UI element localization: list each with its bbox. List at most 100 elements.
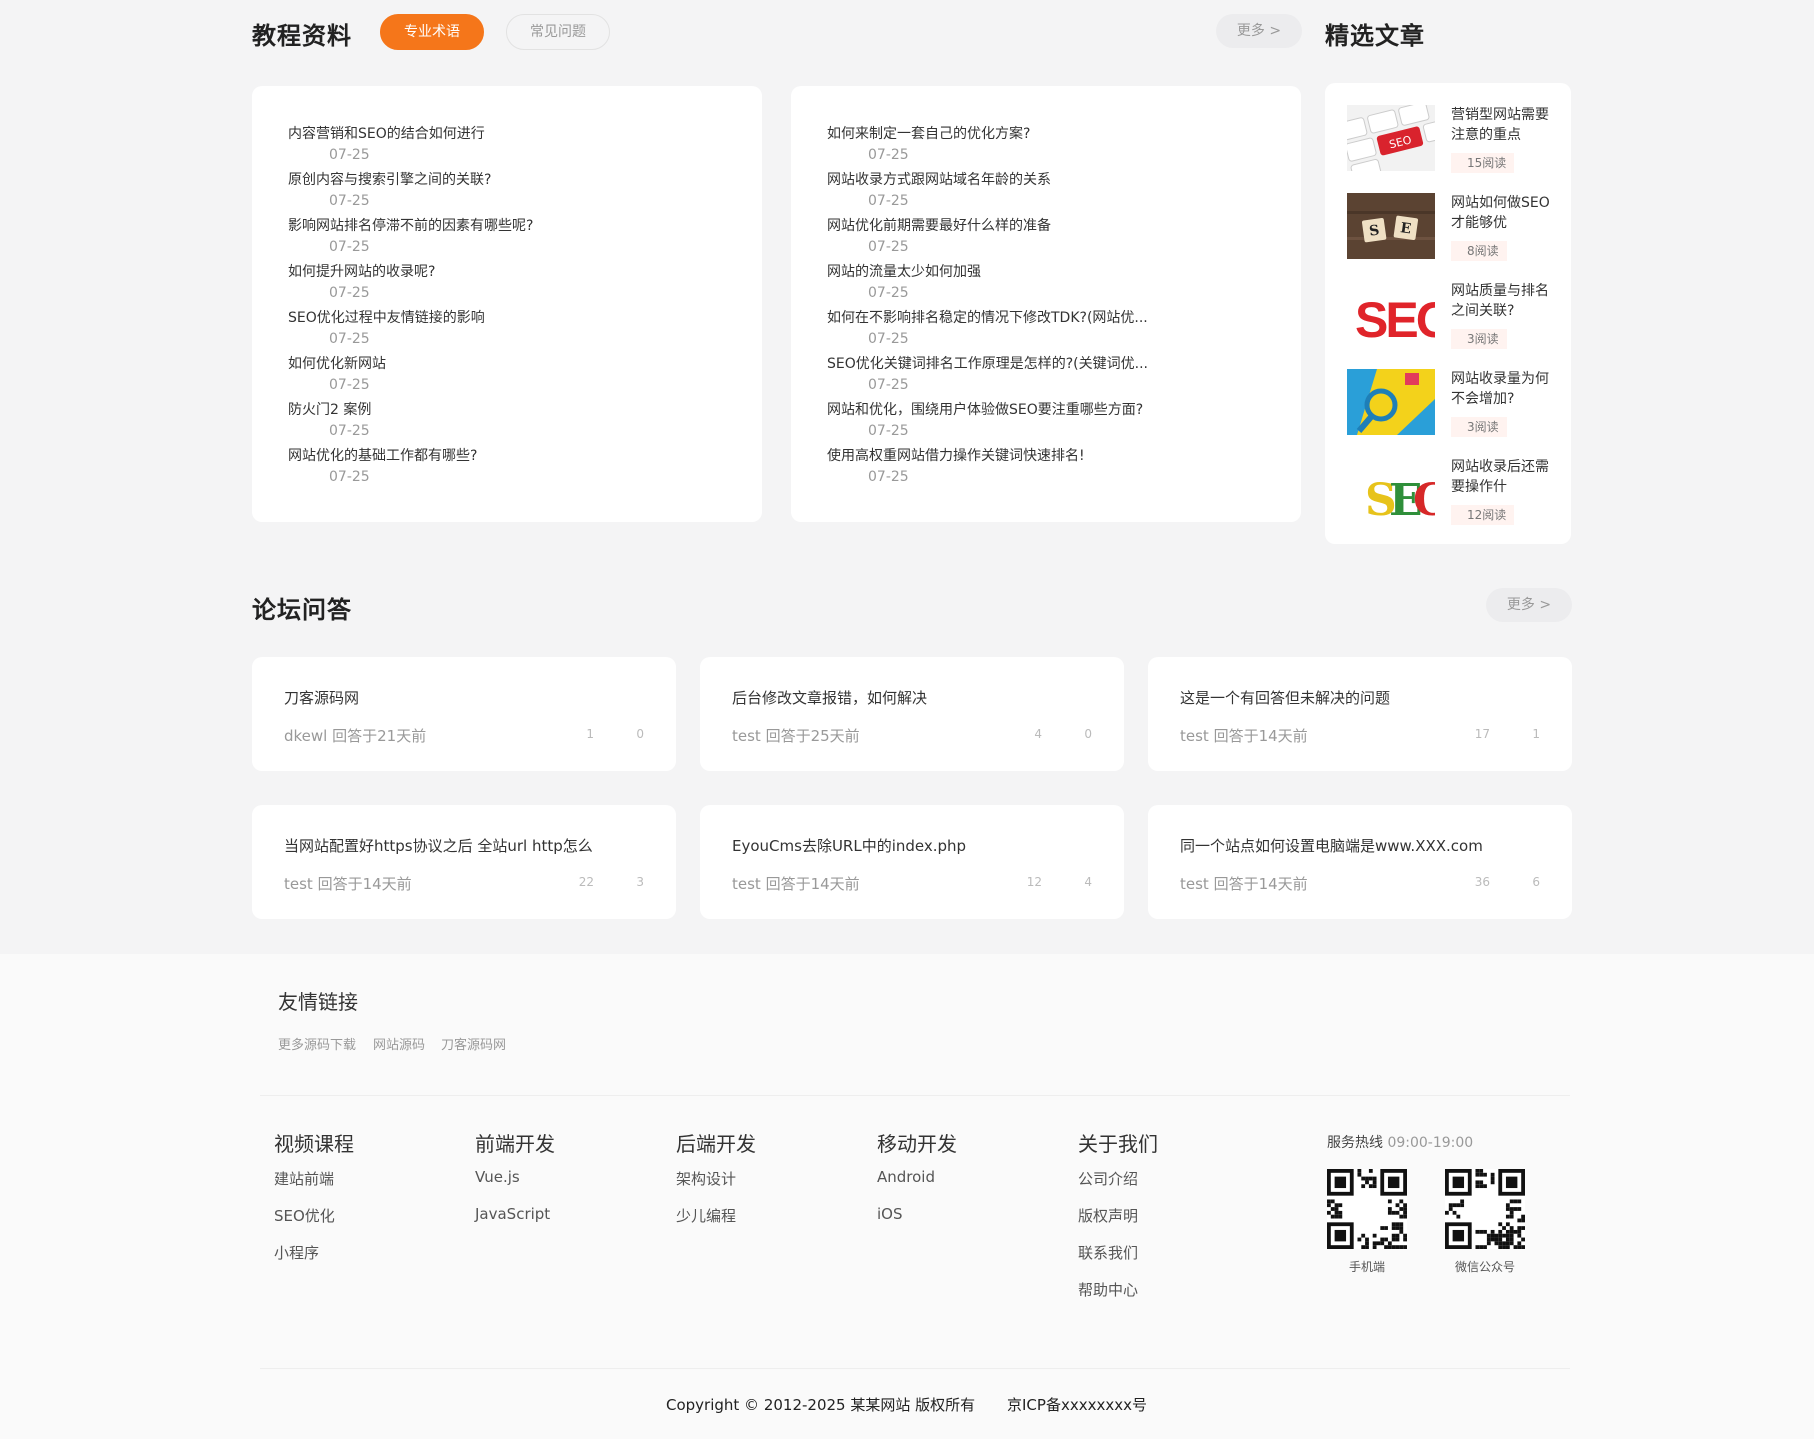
question-card[interactable]: 当网站配置好https协议之后 全站url http怎么 test 回答于14天前…	[252, 805, 676, 919]
article-list-item[interactable]: 如何优化新网站 07-25	[288, 354, 533, 400]
question-card[interactable]: 这是一个有回答但未解决的问题 test 回答于14天前 17 1	[1148, 657, 1572, 771]
question-title: 当网站配置好https协议之后 全站url http怎么	[284, 837, 593, 855]
featured-item[interactable]: SEO 网站质量与排名之间关联? 3阅读	[1347, 281, 1557, 355]
read-count-badge: 12阅读	[1451, 505, 1515, 525]
article-list-item[interactable]: 如何在不影响排名稳定的情况下修改TDK?(网站优... 07-25	[827, 308, 1148, 354]
footer-link[interactable]: JavaScript	[475, 1205, 550, 1223]
footer-link[interactable]: Android	[877, 1168, 935, 1186]
qr-code-mobile	[1327, 1169, 1407, 1249]
friend-links-title: 友情链接	[278, 990, 358, 1014]
article-date: 07-25	[329, 193, 370, 209]
article-list-item[interactable]: 防火门2 案例 07-25	[288, 400, 533, 446]
article-title-link[interactable]: 使用高权重网站借力操作关键词快速排名!	[827, 446, 1148, 466]
featured-section-title: 精选文章	[1325, 22, 1425, 50]
question-card[interactable]: 后台修改文章报错，如何解决 test 回答于25天前 4 0	[700, 657, 1124, 771]
read-count-badge: 3阅读	[1451, 417, 1507, 437]
article-date: 07-25	[329, 147, 370, 163]
featured-item-title: 网站收录量为何不会增加?	[1451, 371, 1549, 407]
footer-link[interactable]: 联系我们	[1078, 1242, 1138, 1263]
question-answer-meta: test 回答于14天前	[732, 875, 860, 893]
article-date: 07-25	[329, 331, 370, 347]
article-list-item[interactable]: SEO优化关键词排名工作原理是怎样的?(关键词优... 07-25	[827, 354, 1148, 400]
footer-link[interactable]: 公司介绍	[1078, 1168, 1138, 1189]
question-answer-meta: test 回答于14天前	[1180, 875, 1308, 893]
footer-link[interactable]: 版权声明	[1078, 1205, 1138, 1226]
forum-more-button[interactable]: 更多 >	[1486, 588, 1572, 622]
footer-link[interactable]: 架构设计	[676, 1168, 736, 1189]
friend-link[interactable]: 网站源码	[373, 1034, 425, 1053]
question-card[interactable]: 刀客源码网 dkewl 回答于21天前 1 0	[252, 657, 676, 771]
svg-text:SEO: SEO	[1355, 292, 1435, 347]
tutorial-more-button[interactable]: 更多 >	[1216, 14, 1302, 48]
thumbnail-image: S E C	[1347, 457, 1435, 523]
article-list-item[interactable]: 如何来制定一套自己的优化方案? 07-25	[827, 124, 1148, 170]
article-title-link[interactable]: 网站的流量太少如何加强	[827, 262, 1148, 282]
featured-item[interactable]: SEO 营销型网站需要注意的重点 15阅读	[1347, 105, 1557, 179]
question-stat-count: 1	[1532, 727, 1540, 741]
article-title-link[interactable]: 原创内容与搜索引擎之间的关联?	[288, 170, 533, 190]
article-list-item[interactable]: 影响网站排名停滞不前的因素有哪些呢? 07-25	[288, 216, 533, 262]
question-title: EyouCms去除URL中的index.php	[732, 837, 967, 855]
article-title-link[interactable]: 内容营销和SEO的结合如何进行	[288, 124, 533, 144]
article-date: 07-25	[868, 193, 909, 209]
article-date: 07-25	[329, 239, 370, 255]
article-list-item[interactable]: 使用高权重网站借力操作关键词快速排名! 07-25	[827, 446, 1148, 492]
article-list-item[interactable]: 内容营销和SEO的结合如何进行 07-25	[288, 124, 533, 170]
footer-column-title: 后端开发	[676, 1132, 756, 1156]
tab-faq[interactable]: 常见问题	[506, 14, 610, 50]
tab-terms[interactable]: 专业术语	[380, 14, 484, 50]
article-title-link[interactable]: 如何来制定一套自己的优化方案?	[827, 124, 1148, 144]
footer-link[interactable]: Vue.js	[475, 1168, 520, 1186]
article-title-link[interactable]: 防火门2 案例	[288, 400, 533, 420]
featured-item[interactable]: S E 网站如何做SEO才能够优 8阅读	[1347, 193, 1557, 267]
featured-item-title: 网站收录后还需要操作什	[1451, 459, 1549, 495]
article-list-item[interactable]: 网站优化前期需要最好什么样的准备 07-25	[827, 216, 1148, 262]
tutorial-list-left: 内容营销和SEO的结合如何进行 07-25 原创内容与搜索引擎之间的关联? 07-25…	[252, 86, 762, 522]
article-title-link[interactable]: 网站优化的基础工作都有哪些?	[288, 446, 533, 466]
question-stat-count: 4	[1034, 727, 1042, 741]
footer-link[interactable]: iOS	[877, 1205, 903, 1223]
article-title-link[interactable]: SEO优化过程中友情链接的影响	[288, 308, 533, 328]
article-list-item[interactable]: SEO优化过程中友情链接的影响 07-25	[288, 308, 533, 354]
footer-link[interactable]: SEO优化	[274, 1205, 335, 1226]
footer-link[interactable]: 小程序	[274, 1242, 319, 1263]
article-list-item[interactable]: 网站优化的基础工作都有哪些? 07-25	[288, 446, 533, 492]
article-title-link[interactable]: SEO优化关键词排名工作原理是怎样的?(关键词优...	[827, 354, 1148, 374]
article-title-link[interactable]: 如何在不影响排名稳定的情况下修改TDK?(网站优...	[827, 308, 1148, 328]
footer-column-title: 关于我们	[1078, 1132, 1158, 1156]
featured-item[interactable]: 网站收录量为何不会增加? 3阅读	[1347, 369, 1557, 443]
thumbnail-image: S E	[1347, 193, 1435, 259]
article-date: 07-25	[868, 423, 909, 439]
question-stat-count: 4	[1084, 875, 1092, 889]
footer-link[interactable]: 少儿编程	[676, 1205, 736, 1226]
question-answer-meta: test 回答于14天前	[284, 875, 412, 893]
copyright-text: Copyright © 2012-2025 某某网站 版权所有	[666, 1396, 976, 1414]
article-list-item[interactable]: 原创内容与搜索引擎之间的关联? 07-25	[288, 170, 533, 216]
featured-item-title: 网站质量与排名之间关联?	[1451, 283, 1549, 319]
article-date: 07-25	[868, 377, 909, 393]
article-title-link[interactable]: 网站和优化，围绕用户体验做SEO要注重哪些方面?	[827, 400, 1148, 420]
article-title-link[interactable]: 如何提升网站的收录呢?	[288, 262, 533, 282]
hotline-label: 服务热线	[1327, 1135, 1383, 1151]
friend-link[interactable]: 刀客源码网	[441, 1034, 506, 1053]
question-card[interactable]: 同一个站点如何设置电脑端是www.XXX.com test 回答于14天前 36 6	[1148, 805, 1572, 919]
article-title-link[interactable]: 如何优化新网站	[288, 354, 533, 374]
friend-link[interactable]: 更多源码下载	[278, 1034, 356, 1053]
site-footer: 友情链接 更多源码下载 网站源码 刀客源码网 视频课程 建站前端 SEO优化 小程序 前…	[0, 954, 1814, 1439]
article-title-link[interactable]: 网站优化前期需要最好什么样的准备	[827, 216, 1148, 236]
article-list-item[interactable]: 如何提升网站的收录呢? 07-25	[288, 262, 533, 308]
article-title-link[interactable]: 网站收录方式跟网站域名年龄的关系	[827, 170, 1148, 190]
read-count-badge: 15阅读	[1451, 153, 1515, 173]
article-title-link[interactable]: 影响网站排名停滞不前的因素有哪些呢?	[288, 216, 533, 236]
footer-link[interactable]: 建站前端	[274, 1168, 334, 1189]
article-list-item[interactable]: 网站的流量太少如何加强 07-25	[827, 262, 1148, 308]
icp-license-link[interactable]: 京ICP备xxxxxxxx号	[1007, 1394, 1147, 1415]
article-list-item[interactable]: 网站收录方式跟网站域名年龄的关系 07-25	[827, 170, 1148, 216]
featured-item[interactable]: S E C 网站收录后还需要操作什 12阅读	[1347, 457, 1557, 531]
thumbnail-image	[1347, 369, 1435, 435]
question-stat-count: 0	[636, 727, 644, 741]
article-list-item[interactable]: 网站和优化，围绕用户体验做SEO要注重哪些方面? 07-25	[827, 400, 1148, 446]
footer-divider	[260, 1368, 1570, 1369]
question-card[interactable]: EyouCms去除URL中的index.php test 回答于14天前 12 4	[700, 805, 1124, 919]
footer-link[interactable]: 帮助中心	[1078, 1279, 1138, 1300]
